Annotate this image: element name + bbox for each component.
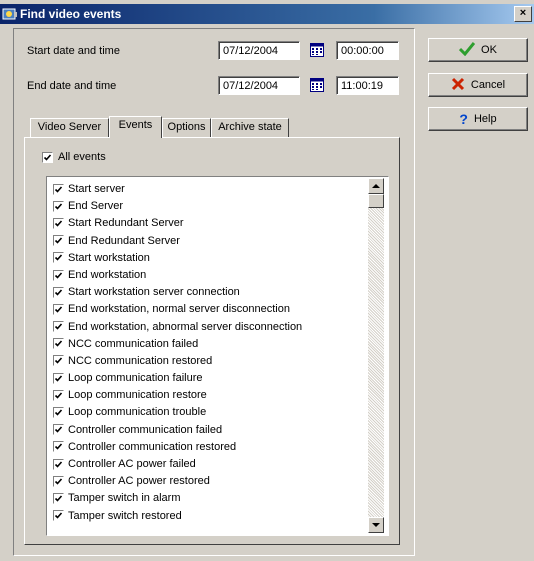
- window-title: Find video events: [20, 7, 122, 21]
- checkbox[interactable]: [53, 458, 64, 470]
- event-label: End workstation, normal server disconnec…: [68, 303, 290, 316]
- checkbox[interactable]: [53, 269, 64, 281]
- event-list-item[interactable]: End Redundant Server: [53, 233, 302, 250]
- event-label: Loop communication trouble: [68, 406, 207, 419]
- event-label: Loop communication restore: [68, 389, 207, 402]
- checkbox[interactable]: [53, 510, 64, 522]
- all-events-label: All events: [58, 151, 106, 163]
- checkbox[interactable]: [53, 389, 64, 401]
- event-label: End workstation: [68, 268, 147, 281]
- question-mark-icon: ?: [459, 111, 468, 127]
- help-button[interactable]: ? Help: [428, 107, 528, 131]
- calendar-icon[interactable]: [310, 43, 324, 57]
- ok-button[interactable]: OK: [428, 38, 528, 62]
- event-list-item[interactable]: NCC communication restored: [53, 353, 302, 370]
- event-list-item[interactable]: NCC communication failed: [53, 336, 302, 353]
- event-label: Start workstation server connection: [68, 286, 240, 299]
- event-list-item[interactable]: Controller AC power failed: [53, 456, 302, 473]
- tab-options[interactable]: Options: [162, 118, 211, 137]
- event-list-item[interactable]: End workstation, abnormal server disconn…: [53, 319, 302, 336]
- ok-label: OK: [481, 44, 497, 56]
- checkmark-icon: [458, 41, 476, 59]
- event-list-item[interactable]: End workstation: [53, 267, 302, 284]
- checkbox[interactable]: [53, 372, 64, 384]
- event-label: Controller AC power failed: [68, 458, 196, 470]
- event-label: End Redundant Server: [68, 234, 180, 247]
- arrow-up-icon: [372, 184, 380, 188]
- checkbox[interactable]: [42, 151, 53, 163]
- checkbox[interactable]: [53, 217, 64, 229]
- event-list-item[interactable]: Tamper switch in alarm: [53, 490, 302, 507]
- checkbox[interactable]: [53, 252, 64, 264]
- app-icon: [2, 6, 18, 22]
- end-date-field[interactable]: 07/12/2004: [218, 76, 300, 95]
- scroll-up-button[interactable]: [368, 178, 384, 194]
- event-label: Start Redundant Server: [68, 217, 184, 230]
- event-list-item[interactable]: Start server: [53, 181, 302, 198]
- event-list-item[interactable]: Loop communication restore: [53, 387, 302, 404]
- start-time-field[interactable]: 00:00:00: [336, 41, 399, 60]
- start-date-field[interactable]: 07/12/2004: [218, 41, 300, 60]
- event-label: Controller AC power restored: [68, 475, 210, 488]
- event-list-item[interactable]: Tamper switch restored: [53, 508, 302, 525]
- event-label: Controller communication failed: [68, 423, 223, 436]
- event-label: NCC communication restored: [68, 354, 213, 367]
- event-label: Loop communication failure: [68, 372, 203, 385]
- cancel-label: Cancel: [470, 79, 506, 91]
- tab-video-server[interactable]: Video Server: [30, 118, 109, 137]
- checkbox[interactable]: [53, 475, 64, 487]
- tab-archive-state[interactable]: Archive state: [211, 118, 289, 137]
- vertical-scrollbar[interactable]: [368, 178, 384, 533]
- end-date-label: End date and time: [27, 80, 117, 92]
- scroll-down-button[interactable]: [368, 517, 384, 533]
- event-label: Tamper switch restored: [68, 509, 182, 522]
- event-label: End workstation, abnormal server disconn…: [68, 320, 303, 333]
- event-items: Start server End Server Start Redundant Se…: [53, 181, 302, 525]
- tab-events[interactable]: Events: [109, 116, 162, 138]
- event-list-item[interactable]: Start workstation server connection: [53, 284, 302, 301]
- checkbox[interactable]: [53, 321, 64, 333]
- event-label: Tamper switch in alarm: [68, 492, 181, 505]
- event-label: Start server: [68, 183, 125, 195]
- event-list-item[interactable]: Start Redundant Server: [53, 215, 302, 232]
- cancel-button[interactable]: Cancel: [428, 73, 528, 97]
- checkbox[interactable]: [53, 424, 64, 436]
- all-events-checkbox[interactable]: All events: [42, 151, 106, 163]
- checkbox[interactable]: [53, 303, 64, 315]
- event-list-item[interactable]: End workstation, normal server disconnec…: [53, 301, 302, 318]
- event-list-item[interactable]: Controller communication restored: [53, 439, 302, 456]
- find-video-events-dialog: Find video events × Start date and time …: [0, 0, 534, 561]
- event-label: Start workstation: [68, 251, 150, 264]
- event-list-item[interactable]: End Server: [53, 198, 302, 215]
- close-button[interactable]: ×: [514, 6, 532, 22]
- checkbox[interactable]: [53, 492, 64, 504]
- event-list-item[interactable]: Controller communication failed: [53, 422, 302, 439]
- event-label: Controller communication restored: [68, 440, 237, 453]
- checkbox[interactable]: [53, 286, 64, 298]
- checkbox[interactable]: [53, 355, 64, 367]
- calendar-icon[interactable]: [310, 78, 324, 92]
- title-bar: Find video events ×: [0, 4, 534, 24]
- checkbox[interactable]: [53, 407, 64, 419]
- event-list-item[interactable]: Controller AC power restored: [53, 473, 302, 490]
- checkbox[interactable]: [53, 338, 64, 350]
- checkbox[interactable]: [53, 441, 64, 453]
- events-list[interactable]: Start server End Server Start Redundant Se…: [46, 176, 389, 536]
- start-date-label: Start date and time: [27, 45, 120, 57]
- event-label: End Server: [68, 200, 124, 213]
- checkbox[interactable]: [53, 183, 64, 195]
- event-list-item[interactable]: Loop communication trouble: [53, 404, 302, 421]
- arrow-down-icon: [372, 523, 380, 527]
- x-icon: [451, 77, 465, 94]
- event-list-item[interactable]: Start workstation: [53, 250, 302, 267]
- help-label: Help: [473, 113, 497, 125]
- end-time-field[interactable]: 11:00:19: [336, 76, 399, 95]
- event-label: NCC communication failed: [68, 337, 199, 350]
- checkbox[interactable]: [53, 235, 64, 247]
- event-list-item[interactable]: Loop communication failure: [53, 370, 302, 387]
- scroll-thumb[interactable]: [368, 194, 384, 208]
- checkbox[interactable]: [53, 200, 64, 212]
